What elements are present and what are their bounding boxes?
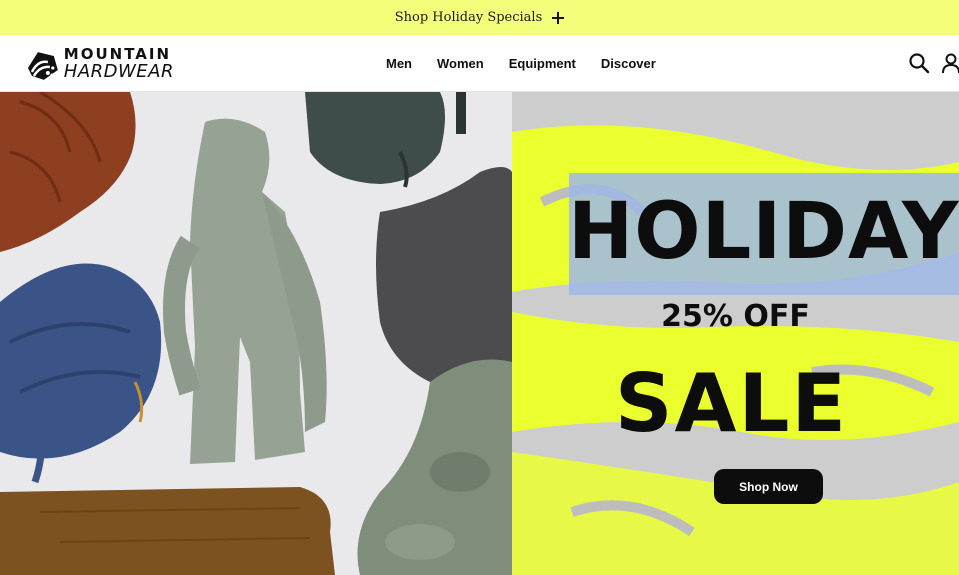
nav-item-women[interactable]: Women xyxy=(437,56,484,71)
sale-headline: SALE xyxy=(614,357,849,450)
shop-holiday-specials-link[interactable]: Shop Holiday Specials xyxy=(395,10,565,25)
hero-banner: HOLIDAY 25% OFF SALE Shop Now xyxy=(0,92,959,575)
promo-bar: Shop Holiday Specials xyxy=(0,0,959,35)
discount-text: 25% OFF xyxy=(661,299,810,334)
plus-icon xyxy=(552,11,565,24)
logo-wordmark: MOUNTAIN HARDWEAR xyxy=(64,47,174,81)
shop-now-button[interactable]: Shop Now xyxy=(714,469,823,504)
nav-item-equipment[interactable]: Equipment xyxy=(509,56,576,71)
holiday-headline: HOLIDAY xyxy=(568,187,959,277)
search-icon[interactable] xyxy=(908,52,930,74)
logo[interactable]: MOUNTAIN HARDWEAR xyxy=(24,45,174,83)
main-nav: Men Women Equipment Discover xyxy=(386,35,681,92)
promo-text: Shop Holiday Specials xyxy=(394,10,543,25)
holiday-sale-promo: HOLIDAY 25% OFF SALE Shop Now xyxy=(512,92,959,575)
logo-line1: MOUNTAIN xyxy=(63,45,172,63)
nav-item-men[interactable]: Men xyxy=(386,56,412,71)
nav-item-discover[interactable]: Discover xyxy=(601,56,656,71)
account-icon[interactable] xyxy=(940,52,959,74)
logo-line2: HARDWEAR xyxy=(63,61,174,82)
site-header: MOUNTAIN HARDWEAR Men Women Equipment Di… xyxy=(0,35,959,92)
logo-mark-icon xyxy=(27,52,58,80)
hero-product-image[interactable] xyxy=(0,92,512,575)
